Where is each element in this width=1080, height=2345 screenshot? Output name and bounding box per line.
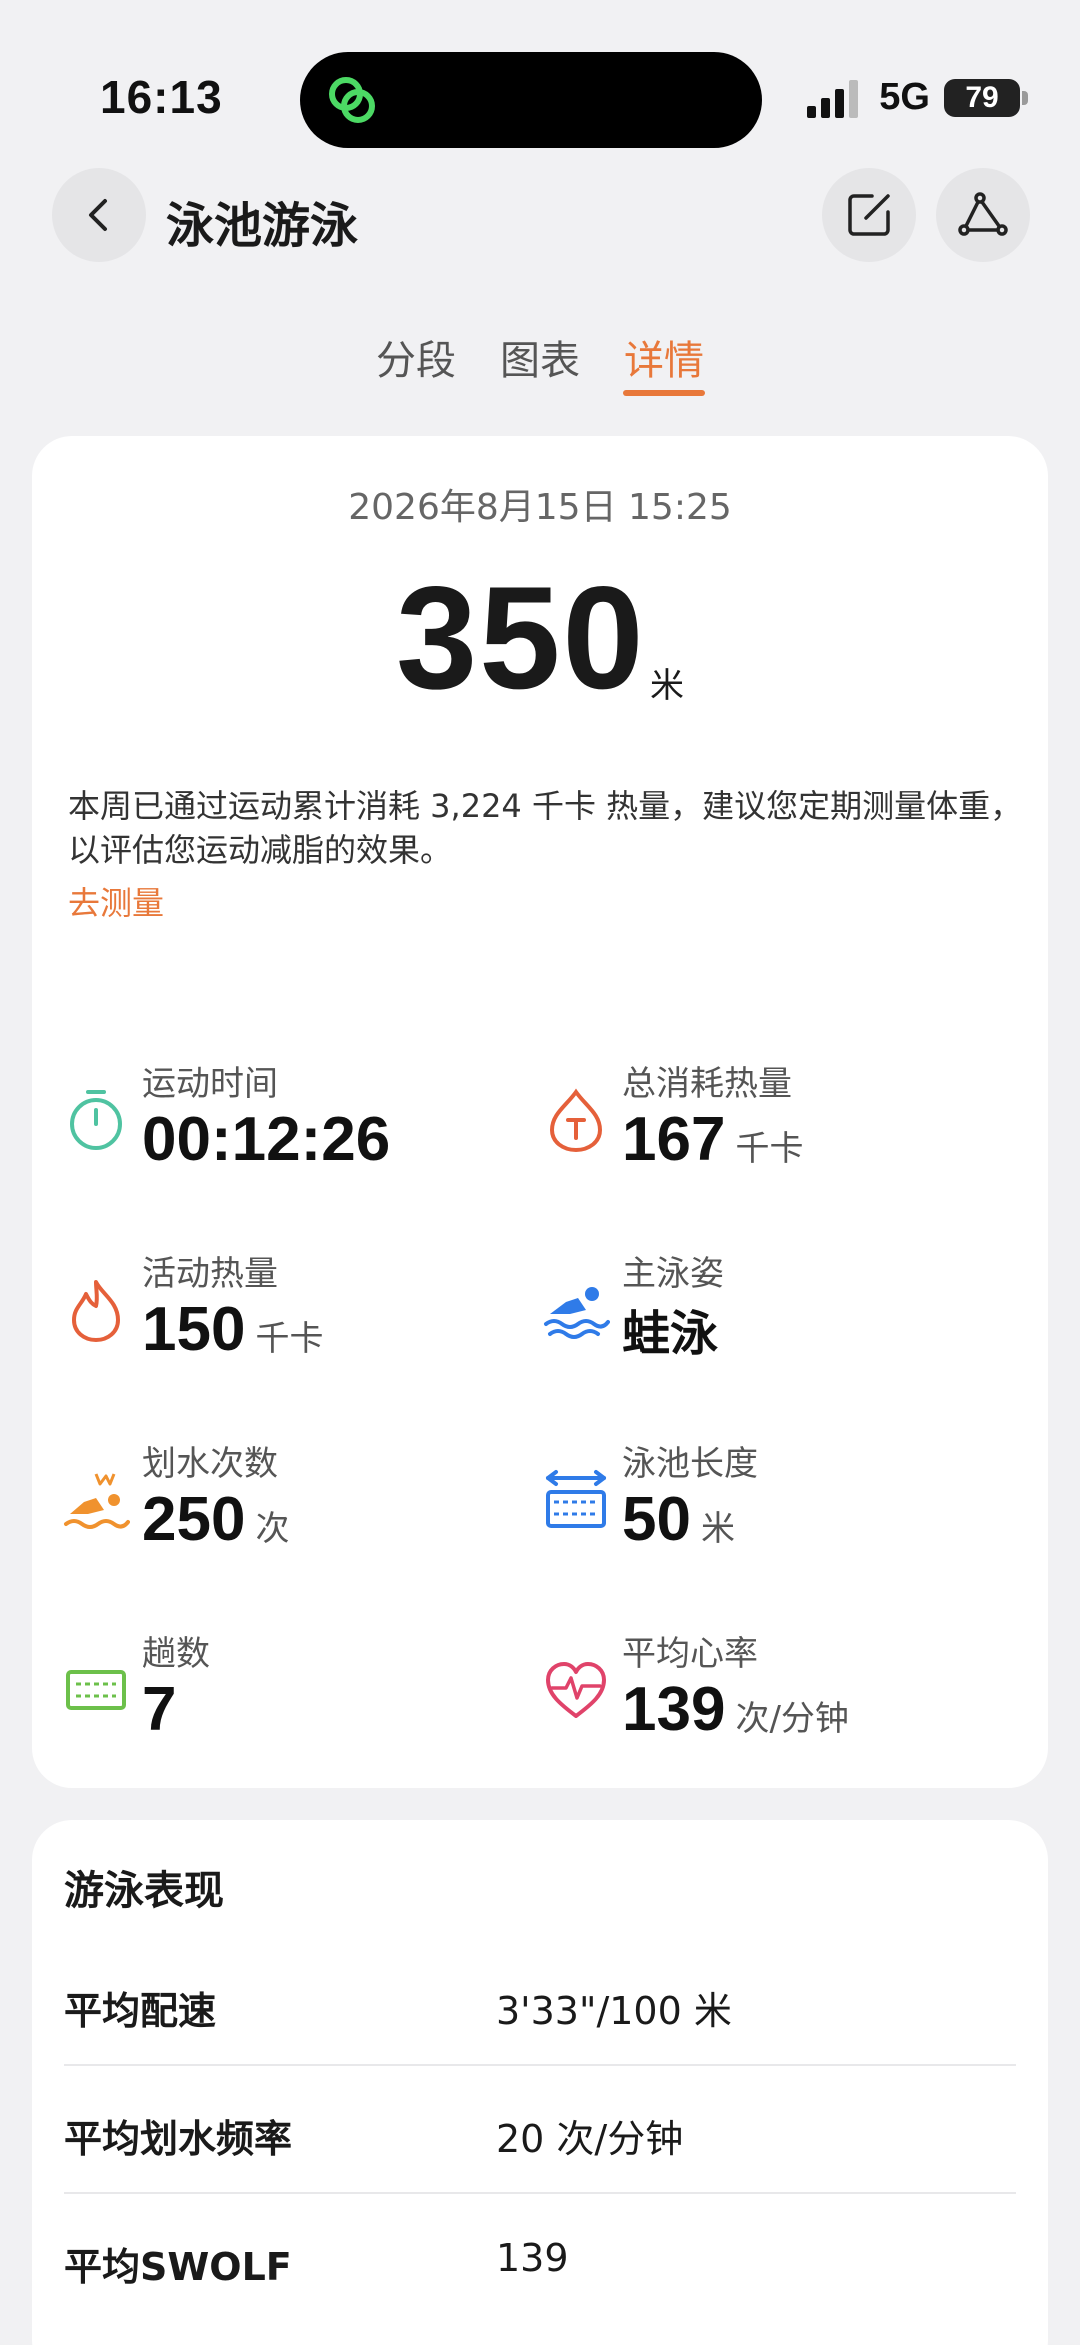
metric-value-row: 150 千卡 [142,1294,323,1365]
metric-label: 运动时间 [142,1064,278,1104]
battery-cap [1022,90,1028,105]
stopwatch-icon [70,1090,122,1150]
metric-value-row: 00:12:26 [142,1104,390,1175]
metric-value-row: 50 米 [622,1484,735,1555]
header: 泳池游泳 [0,168,1080,268]
total-calorie-icon [549,1088,603,1153]
metric-active-calories: 活动热量 150 千卡 [62,1246,532,1376]
metric-value: 50 [622,1485,691,1554]
status-indicators: 5G 79 [805,76,1028,119]
status-bar: 16:13 5G 79 [0,0,1080,150]
measure-link[interactable]: 去测量 [68,878,164,924]
stroke-icon [64,1473,130,1529]
metric-total-calories: 总消耗热量 167 千卡 [542,1056,1012,1186]
route-icon [958,192,1008,236]
metric-label: 主泳姿 [622,1254,724,1294]
performance-card: 游泳表现 平均配速 3'33"/100 米 平均划水频率 20 次/分钟 平均S… [32,1820,1048,2345]
metric-label: 平均心率 [622,1634,758,1674]
metric-unit: 次/分钟 [735,1699,849,1739]
metric-pool-length: 泳池长度 50 米 [542,1436,1012,1566]
back-icon [89,199,107,231]
perf-label: 平均SWOLF [64,2245,292,2289]
metric-value-row: 167 千卡 [622,1104,803,1175]
summary-card: 2026年8月15日 15:25 350 米 本周已通过运动累计消耗 3,224… [32,436,1048,1788]
heart-rate-icon [546,1662,606,1718]
route-button[interactable] [936,168,1030,262]
metric-value: 139 [622,1675,726,1744]
metric-value: 蛙泳 [622,1306,719,1362]
metric-duration: 运动时间 00:12:26 [62,1056,532,1186]
perf-row-pace: 平均配速 3'33"/100 米 [64,1938,1016,2066]
perf-value: 139 [496,2236,569,2280]
metric-heart-rate: 平均心率 139 次/分钟 [542,1626,1012,1756]
back-button[interactable] [52,168,146,262]
metric-laps: 趟数 7 [62,1626,532,1756]
perf-row-stroke-rate: 平均划水频率 20 次/分钟 [64,2066,1016,2194]
perf-label: 平均划水频率 [64,2117,293,2161]
distance-unit: 米 [650,666,684,706]
metric-label: 趟数 [142,1634,210,1674]
pool-length-icon [546,1470,606,1528]
metric-label: 泳池长度 [622,1444,758,1484]
dynamic-island [300,52,762,148]
active-tab-indicator [623,390,705,396]
tab-bar: 分段 图表 详情 [0,328,1080,398]
flame-icon [72,1280,120,1342]
perf-label: 平均配速 [64,1989,217,2033]
perf-row-swolf: 平均SWOLF 139 [64,2194,1016,2322]
page-title: 泳池游泳 [166,198,359,254]
swimmer-icon [544,1287,610,1339]
metric-value: 167 [622,1105,726,1174]
battery-level: 79 [965,80,999,114]
workout-datetime: 2026年8月15日 15:25 [348,487,732,528]
laps-icon [66,1670,126,1710]
total-distance: 350 [396,556,646,719]
calorie-tip: 本周已通过运动累计消耗 3,224 千卡 热量，建议您定期测量体重，以评估您运动… [68,787,1023,869]
perf-value: 3'33"/100 米 [496,1989,732,2033]
metric-unit: 千卡 [735,1129,804,1169]
metric-value: 150 [142,1295,246,1364]
metric-label: 划水次数 [142,1444,278,1484]
status-time: 16:13 [100,71,223,123]
metric-value: 00:12:26 [142,1105,391,1174]
edit-icon [848,194,890,236]
metric-value-row: 139 次/分钟 [622,1674,849,1745]
link-icon [329,77,375,123]
metric-label: 总消耗热量 [622,1064,792,1104]
metric-value: 7 [142,1675,177,1744]
perf-value: 20 次/分钟 [496,2117,684,2161]
tab-charts[interactable]: 图表 [500,328,580,386]
network-type: 5G [879,76,930,118]
metric-value: 250 [142,1485,246,1554]
battery-icon: 79 [944,78,1028,117]
metric-label: 活动热量 [142,1254,278,1294]
metric-value-row: 250 次 [142,1484,289,1555]
metric-unit: 米 [700,1509,735,1549]
performance-title: 游泳表现 [64,1868,224,1914]
metric-stroke-count: 划水次数 250 次 [62,1436,532,1566]
edit-button[interactable] [822,168,916,262]
tab-segments[interactable]: 分段 [376,328,456,386]
metric-main-stroke: 主泳姿 蛙泳 [542,1246,1012,1376]
metric-value-row: 7 [142,1674,176,1745]
tab-details[interactable]: 详情 [624,328,704,386]
signal-icon [807,79,859,118]
metric-value-row: 蛙泳 [622,1294,718,1364]
metric-unit: 次 [255,1509,290,1549]
metric-unit: 千卡 [255,1319,324,1359]
